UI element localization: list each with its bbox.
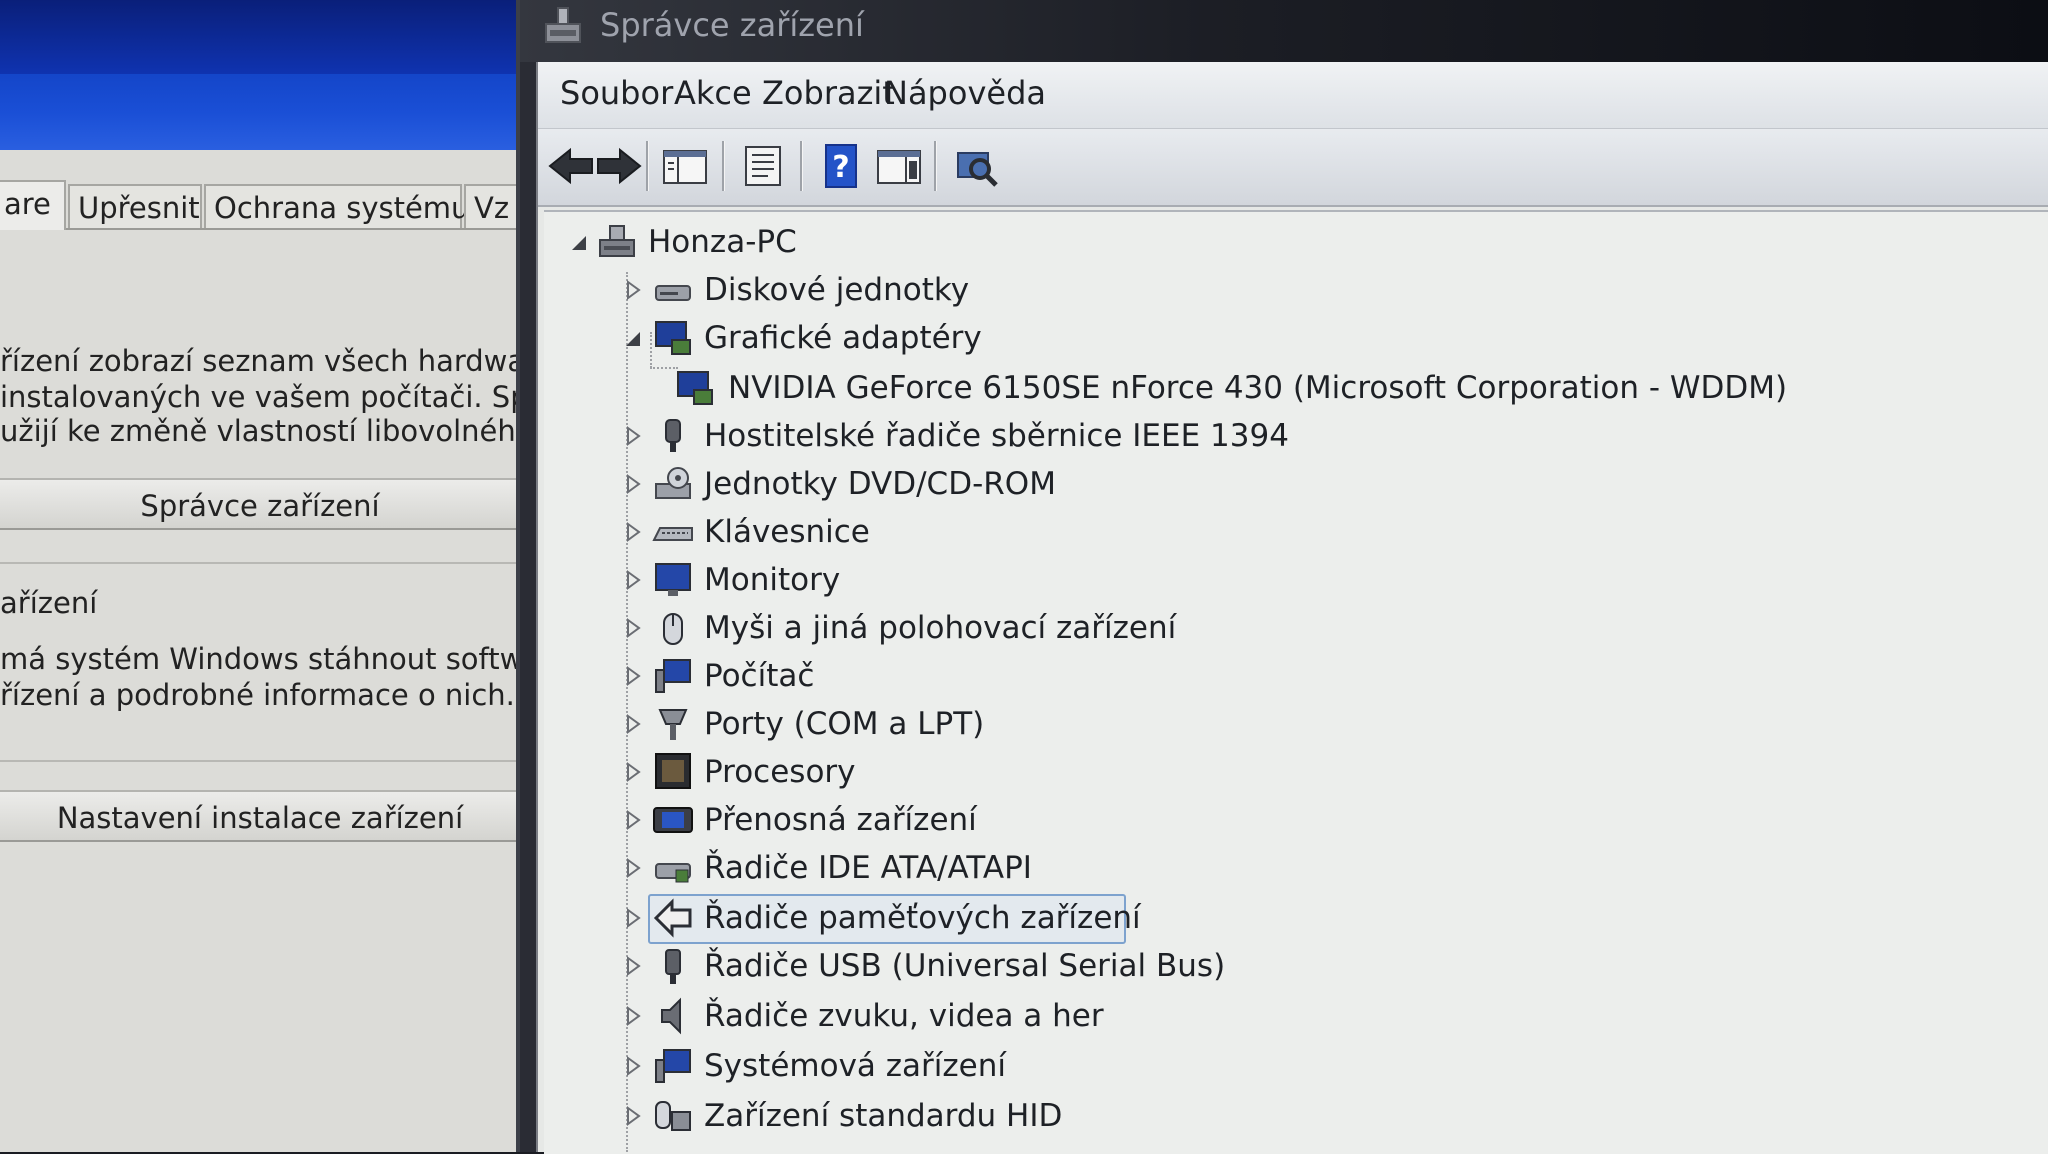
toolbar-separator [800, 141, 803, 191]
expand-arrow-icon[interactable] [622, 808, 644, 832]
menu-view[interactable]: Zobrazit [762, 74, 895, 112]
system-properties-titlebar [0, 0, 520, 150]
keyboard-icon [652, 527, 693, 541]
expand-arrow-icon[interactable] [622, 1104, 644, 1128]
portable-device-icon [653, 807, 693, 833]
divider [0, 562, 520, 564]
action-pane-icon[interactable] [872, 139, 926, 193]
properties-icon[interactable] [736, 139, 790, 193]
collapse-arrow-icon[interactable] [622, 326, 644, 350]
install-description-line: řízení a podrobné informace o nich. [0, 678, 515, 712]
toolbar: ? [538, 129, 2048, 207]
system-properties-window: are Upřesnit Ochrana systému Vz řízení z… [0, 0, 520, 1152]
mouse-icon [663, 613, 683, 645]
toolbar-separator [934, 141, 937, 191]
toolbar-separator [646, 141, 649, 191]
toolbar-separator [722, 141, 725, 191]
tree-category-label: Myši a jiná polohovací zařízení [704, 610, 1177, 646]
computer-icon [599, 225, 635, 257]
expand-arrow-icon[interactable] [622, 856, 644, 880]
device-manager-titlebar[interactable]: Správce zařízení [520, 0, 2048, 62]
description-line: instalovaných ve vašem počítači. Správ [0, 380, 520, 414]
tree-category-label: Porty (COM a LPT) [704, 706, 985, 742]
section-heading: ařízení [0, 586, 98, 620]
tree-category-label: Přenosná zařízení [704, 802, 977, 838]
description-line: užĳí ke změně vlastností libovolného za [0, 414, 520, 448]
ieee1394-icon [665, 419, 681, 452]
expand-arrow-icon[interactable] [622, 568, 644, 592]
tree-category-label: Grafické adaptéry [704, 320, 982, 356]
expand-arrow-icon[interactable] [622, 664, 644, 688]
hid-icon [655, 1101, 691, 1131]
tree-category-label: Řadiče zvuku, videa a her [704, 998, 1104, 1034]
port-icon [658, 709, 688, 740]
description-line: řízení zobrazí seznam všech hardwaro [0, 344, 520, 378]
system-properties-tabs: are Upřesnit Ochrana systému Vz [0, 180, 520, 230]
device-manager-frame: Soubor Akce Zobrazit Nápověda ? Honza-PC… [536, 62, 2048, 1154]
speaker-icon [661, 997, 681, 1035]
tree-category-label: Řadiče USB (Universal Serial Bus) [704, 948, 1226, 984]
device-manager-app-icon [545, 7, 581, 43]
tree-device-label: NVIDIA GeForce 6150SE nForce 430 (Micros… [728, 370, 1788, 406]
expand-arrow-icon[interactable] [622, 906, 644, 930]
expand-arrow-icon[interactable] [622, 472, 644, 496]
device-tree[interactable]: Honza-PC Diskové jednotky Grafické adapt… [544, 210, 2048, 1154]
usb-icon [665, 949, 681, 984]
menu-help[interactable]: Nápověda [884, 74, 1046, 112]
expand-arrow-icon[interactable] [622, 424, 644, 448]
help-icon[interactable]: ? [814, 139, 868, 193]
device-installation-settings-button[interactable]: Nastavení instalace zařízení [0, 790, 520, 842]
monitor-icon [655, 563, 691, 596]
collapse-arrow-icon[interactable] [568, 230, 590, 254]
forward-arrow-icon[interactable] [592, 139, 646, 193]
tab-system-protection[interactable]: Ochrana systému [204, 184, 469, 228]
expand-arrow-icon[interactable] [622, 1054, 644, 1078]
tree-category-label: Hostitelské řadiče sběrnice IEEE 1394 [704, 418, 1289, 454]
expand-arrow-icon[interactable] [622, 954, 644, 978]
tree-category-label: Zařízení standardu HID [704, 1098, 1063, 1134]
tree-root-label: Honza-PC [648, 224, 797, 260]
tree-category-label: Řadiče IDE ATA/ATAPI [704, 850, 1032, 886]
storage-controller-icon [653, 898, 692, 938]
processor-icon [655, 753, 691, 789]
install-description-line: má systém Windows stáhnout software [0, 642, 520, 676]
tree-category-label: Jednotky DVD/CD-ROM [704, 466, 1056, 502]
tree-category-label: Monitory [704, 562, 841, 598]
tree-category-label: Procesory [704, 754, 856, 790]
back-arrow-icon[interactable] [544, 139, 598, 193]
device-manager-button[interactable]: Správce zařízení [0, 478, 520, 530]
show-hide-tree-icon[interactable] [658, 139, 712, 193]
tab-advanced[interactable]: Upřesnit [68, 184, 202, 228]
expand-arrow-icon[interactable] [622, 1004, 644, 1028]
display-adapter-icon [677, 371, 713, 405]
tree-category-label: Řadiče paměťových zařízení [704, 900, 1141, 936]
device-manager-window: Správce zařízení Soubor Akce Zobrazit Ná… [516, 0, 2048, 1154]
expand-arrow-icon[interactable] [622, 616, 644, 640]
menu-action[interactable]: Akce [674, 74, 752, 112]
expand-arrow-icon[interactable] [622, 278, 644, 302]
tree-category-label: Klávesnice [704, 514, 870, 550]
system-device-icon [655, 1049, 691, 1083]
expand-arrow-icon[interactable] [622, 760, 644, 784]
tab-hardware[interactable]: are [0, 180, 66, 230]
disk-drive-icon [655, 285, 691, 301]
window-title: Správce zařízení [600, 6, 864, 44]
divider [0, 760, 520, 762]
scan-hardware-icon[interactable] [948, 139, 1002, 193]
display-adapter-icon [655, 321, 691, 355]
computer-icon [655, 659, 691, 693]
menu-file[interactable]: Soubor [560, 74, 673, 112]
dvd-drive-icon [655, 467, 691, 499]
tab-remote[interactable]: Vz [464, 184, 520, 228]
expand-arrow-icon[interactable] [622, 712, 644, 736]
svg-text:?: ? [832, 150, 849, 185]
tree-category-label: Systémová zařízení [704, 1048, 1006, 1084]
tree-category-label: Diskové jednotky [704, 272, 970, 308]
ide-controller-icon [655, 863, 691, 883]
menu-bar: Soubor Akce Zobrazit Nápověda [538, 62, 2048, 129]
expand-arrow-icon[interactable] [622, 520, 644, 544]
tree-category-label: Počítač [704, 658, 815, 694]
